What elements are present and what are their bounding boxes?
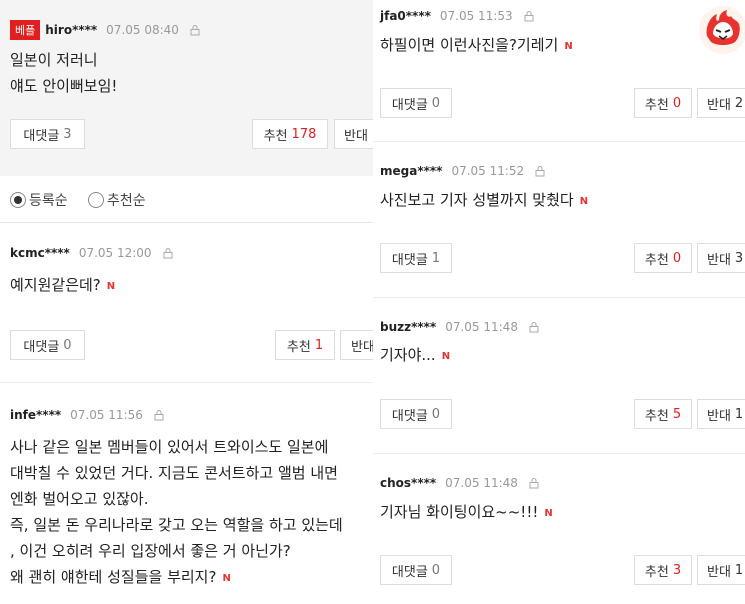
comment-header: mega**** 07.05 11:52: [380, 164, 546, 178]
new-badge: N: [441, 351, 451, 362]
lock-icon[interactable]: [528, 477, 540, 489]
reply-button[interactable]: 대댓글 0: [10, 330, 85, 360]
comment-header: kcmc**** 07.05 12:00: [10, 246, 174, 260]
comment-user[interactable]: buzz****: [380, 320, 436, 334]
comment-header: infe**** 07.05 11:56: [10, 408, 165, 422]
like-button[interactable]: 추천 1: [275, 330, 335, 360]
divider: [373, 453, 745, 454]
new-badge: N: [564, 41, 573, 52]
phoenix-avatar-icon[interactable]: [699, 6, 745, 54]
dislike-button[interactable]: 반대 1: [697, 555, 745, 585]
comment-time: 07.05 11:53: [439, 9, 513, 23]
comment-user[interactable]: hiro****: [45, 23, 97, 37]
comment-text: 예지원같은데? N: [10, 276, 116, 294]
divider: [0, 382, 373, 383]
comment-time: 07.05 11:56: [70, 408, 143, 422]
new-badge: N: [579, 196, 589, 207]
comment-time: 07.05 11:48: [445, 476, 518, 490]
divider: [373, 141, 745, 142]
comment-text: 기자야... N: [380, 346, 451, 364]
like-button[interactable]: 추천 0: [634, 243, 692, 273]
reply-button[interactable]: 대댓글 0: [380, 555, 452, 585]
sort-recommended-option[interactable]: 추천순: [88, 190, 146, 210]
comment-user[interactable]: mega****: [380, 164, 442, 178]
lock-icon[interactable]: [162, 247, 174, 259]
reply-button[interactable]: 대댓글 1: [380, 243, 452, 273]
comment-time: 07.05 11:48: [445, 320, 518, 334]
dislike-button[interactable]: 반대 3: [697, 243, 745, 273]
comment-time: 07.05 11:52: [451, 164, 525, 178]
best-comment: 베플 hiro**** 07.05 08:40 일본이 저러니 얘도 안이뻐보임…: [0, 0, 373, 176]
comment-text: 일본이 저러니 얘도 안이뻐보임!: [10, 51, 118, 95]
dislike-button[interactable]: 반대 1: [697, 399, 745, 429]
comment-header: 베플 hiro**** 07.05 08:40: [10, 20, 201, 40]
like-button[interactable]: 추천 5: [634, 399, 692, 429]
lock-icon[interactable]: [189, 24, 201, 36]
lock-icon[interactable]: [534, 165, 546, 177]
comment-user[interactable]: jfa0****: [380, 9, 431, 23]
comment-header: buzz**** 07.05 11:48: [380, 320, 540, 334]
dislike-button[interactable]: 반대: [334, 119, 373, 149]
comment-text: 사진보고 기자 성별까지 맞췄다 N: [380, 191, 589, 209]
sort-registered-option[interactable]: 등록순: [10, 190, 68, 210]
comment-user[interactable]: infe****: [10, 408, 61, 422]
comment-text: 하필이면 이런사진을?기레기 N: [380, 36, 573, 54]
reply-button[interactable]: 대댓글 0: [380, 399, 452, 429]
comment-time: 07.05 12:00: [78, 246, 152, 260]
dislike-button[interactable]: 반대 2: [697, 88, 745, 118]
comment-time: 07.05 08:40: [106, 23, 179, 37]
lock-icon[interactable]: [528, 321, 540, 333]
right-comment-panel: jfa0**** 07.05 11:53 하필이면 이런사진을?기레기 N 대댓글…: [373, 0, 745, 604]
comment-header: jfa0**** 07.05 11:53: [380, 9, 535, 23]
like-button[interactable]: 추천 178: [252, 119, 328, 149]
lock-icon[interactable]: [523, 10, 535, 22]
divider: [373, 297, 745, 298]
comment-user[interactable]: kcmc****: [10, 246, 70, 260]
like-button[interactable]: 추천 3: [634, 555, 692, 585]
new-badge: N: [106, 281, 116, 292]
comment-text: 기자님 화이팅이요~~!!! N: [380, 503, 553, 521]
lock-icon[interactable]: [153, 409, 165, 421]
reply-button[interactable]: 대댓글 3: [10, 119, 85, 149]
sort-options: 등록순 추천순: [0, 176, 373, 223]
comment-user[interactable]: chos****: [380, 476, 436, 490]
new-badge: N: [222, 573, 231, 584]
comment-text: 사나 같은 일본 멤버들이 있어서 트와이스도 일본에 대박칠 수 있었던 거다…: [10, 438, 343, 586]
reply-button[interactable]: 대댓글 0: [380, 88, 452, 118]
radio-selected-icon[interactable]: [10, 192, 26, 208]
new-badge: N: [544, 508, 553, 519]
dislike-button[interactable]: 반대: [340, 330, 373, 360]
like-button[interactable]: 추천 0: [634, 88, 692, 118]
radio-unselected-icon[interactable]: [88, 192, 104, 208]
best-badge: 베플: [10, 20, 41, 40]
left-comment-panel: 베플 hiro**** 07.05 08:40 일본이 저러니 얘도 안이뻐보임…: [0, 0, 373, 604]
comment-header: chos**** 07.05 11:48: [380, 476, 540, 490]
